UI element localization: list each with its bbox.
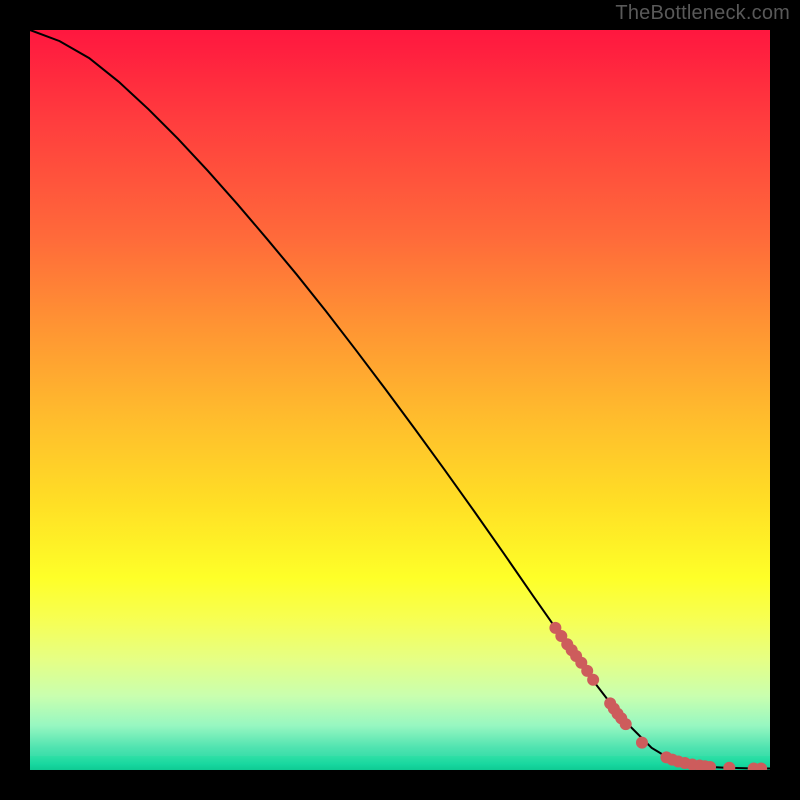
marker-dot	[636, 737, 648, 749]
marker-dot	[723, 762, 735, 770]
curve-line	[30, 30, 770, 769]
watermark-text: TheBottleneck.com	[615, 2, 790, 25]
marker-dots	[549, 622, 767, 770]
plot-area	[30, 30, 770, 770]
chart-overlay	[30, 30, 770, 770]
marker-dot	[587, 674, 599, 686]
marker-dot	[620, 718, 632, 730]
